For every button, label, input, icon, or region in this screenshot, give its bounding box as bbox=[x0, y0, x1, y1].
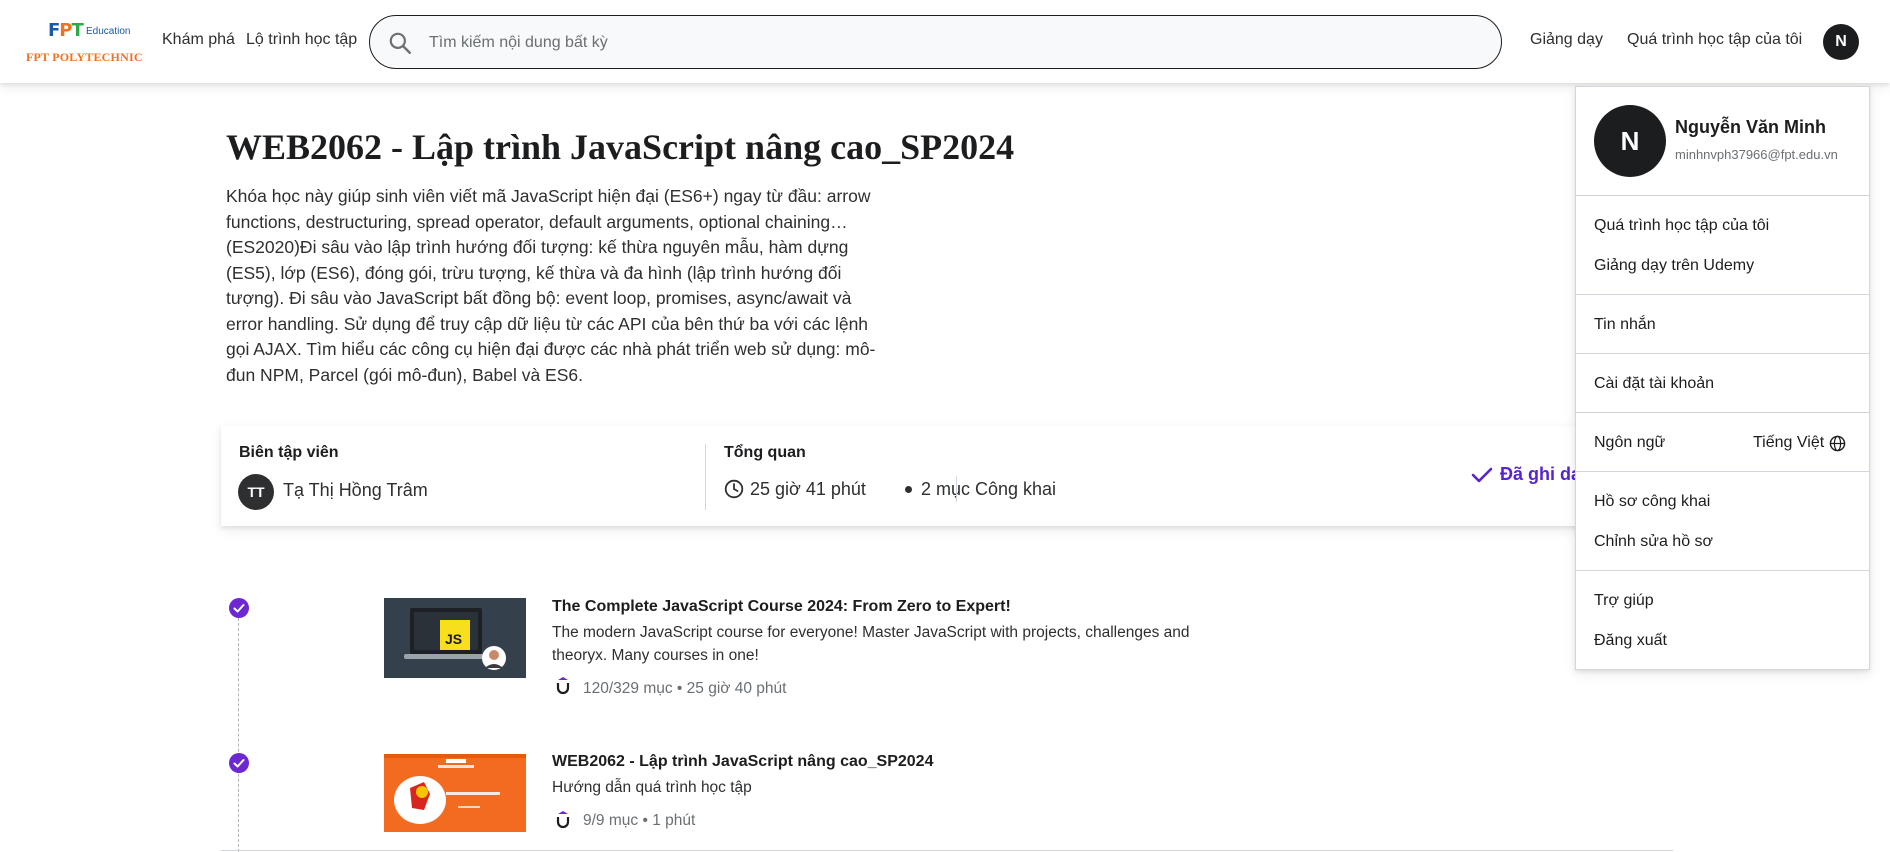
check-icon bbox=[1471, 467, 1493, 483]
course-item-progress: 120/329 mục • 25 giờ 40 phút bbox=[583, 680, 787, 697]
course-visibility: Công khai bbox=[975, 479, 1057, 499]
logo-school-text: FPT POLYTECHNIC bbox=[26, 50, 143, 64]
editor-name[interactable]: Tạ Thị Hồng Trâm bbox=[283, 480, 428, 501]
search-input[interactable] bbox=[429, 28, 1429, 58]
course-item-progress: 9/9 mục • 1 phút bbox=[583, 812, 696, 829]
dropdown-user-email: minhnvph37966@fpt.edu.vn bbox=[1675, 147, 1838, 162]
udemy-icon bbox=[556, 811, 570, 829]
menu-edit-profile[interactable]: Chỉnh sửa hồ sơ bbox=[1594, 533, 1713, 551]
course-item-subtitle: Hướng dẫn quá trình học tập bbox=[552, 779, 752, 796]
overview-label: Tổng quan bbox=[724, 444, 806, 461]
course-info-card: Biên tập viên TT Tạ Thị Hồng Trâm Tổng q… bbox=[221, 426, 1641, 526]
user-dropdown-menu: N Nguyễn Văn Minh minhnvph37966@fpt.edu.… bbox=[1575, 86, 1870, 670]
menu-teach-udemy[interactable]: Giảng dạy trên Udemy bbox=[1594, 257, 1754, 275]
page-title: WEB2062 - Lập trình JavaScript nâng cao_… bbox=[226, 127, 1015, 167]
menu-language[interactable]: Ngôn ngữ bbox=[1594, 434, 1665, 452]
menu-my-learning[interactable]: Quá trình học tập của tôi bbox=[1594, 217, 1769, 235]
timeline-line bbox=[238, 608, 239, 852]
svg-text:JS: JS bbox=[445, 631, 462, 647]
search-bar[interactable] bbox=[369, 15, 1502, 69]
editor-label: Biên tập viên bbox=[239, 444, 339, 461]
nav-learning-path[interactable]: Lộ trình học tập bbox=[246, 31, 357, 49]
course-item-subtitle: The modern JavaScript course for everyon… bbox=[552, 624, 1190, 664]
course-duration: 25 giờ 41 phút bbox=[750, 479, 866, 499]
globe-icon bbox=[1829, 435, 1846, 452]
dropdown-avatar[interactable]: N bbox=[1594, 105, 1666, 177]
clock-icon bbox=[724, 479, 744, 499]
menu-public-profile[interactable]: Hồ sơ công khai bbox=[1594, 493, 1710, 511]
logo-brand: FPT bbox=[48, 20, 84, 41]
course-thumbnail-js[interactable]: JS bbox=[384, 598, 526, 678]
course-item-title[interactable]: The Complete JavaScript Course 2024: Fro… bbox=[552, 598, 1011, 616]
editor-avatar: TT bbox=[238, 474, 274, 510]
info-divider bbox=[956, 476, 957, 502]
divider bbox=[1576, 294, 1869, 295]
completed-check-icon bbox=[229, 753, 249, 773]
course-item-count: 2 mục bbox=[921, 479, 971, 499]
course-item-title[interactable]: WEB2062 - Lập trình JavaScript nâng cao_… bbox=[552, 753, 933, 771]
info-divider bbox=[705, 444, 706, 510]
course-thumbnail-web2062[interactable] bbox=[384, 754, 526, 832]
menu-help[interactable]: Trợ giúp bbox=[1594, 592, 1654, 610]
udemy-icon bbox=[556, 677, 570, 695]
nav-my-learning[interactable]: Quá trình học tập của tôi bbox=[1627, 31, 1802, 49]
search-icon bbox=[389, 32, 411, 54]
logo-education-text: Education bbox=[86, 26, 131, 37]
user-avatar[interactable]: N bbox=[1823, 24, 1859, 60]
divider bbox=[1576, 570, 1869, 571]
top-header: FPT Education FPT POLYTECHNIC Khám phá L… bbox=[0, 0, 1890, 83]
menu-messages[interactable]: Tin nhắn bbox=[1594, 316, 1656, 334]
divider bbox=[1576, 471, 1869, 472]
divider bbox=[1576, 412, 1869, 413]
completed-check-icon bbox=[229, 598, 249, 618]
menu-logout[interactable]: Đăng xuất bbox=[1594, 632, 1667, 650]
divider bbox=[1576, 195, 1869, 196]
language-value[interactable]: Tiếng Việt bbox=[1753, 434, 1824, 452]
divider bbox=[221, 850, 1673, 851]
divider bbox=[1576, 353, 1869, 354]
fpt-polytechnic-logo[interactable]: FPT Education FPT POLYTECHNIC bbox=[26, 20, 143, 66]
course-description: Khóa học này giúp sinh viên viết mã Java… bbox=[226, 186, 876, 385]
dropdown-user-name[interactable]: Nguyễn Văn Minh bbox=[1675, 117, 1826, 138]
menu-account-settings[interactable]: Cài đặt tài khoản bbox=[1594, 375, 1714, 393]
nav-teach[interactable]: Giảng dạy bbox=[1530, 31, 1603, 49]
nav-explore[interactable]: Khám phá bbox=[162, 31, 235, 49]
